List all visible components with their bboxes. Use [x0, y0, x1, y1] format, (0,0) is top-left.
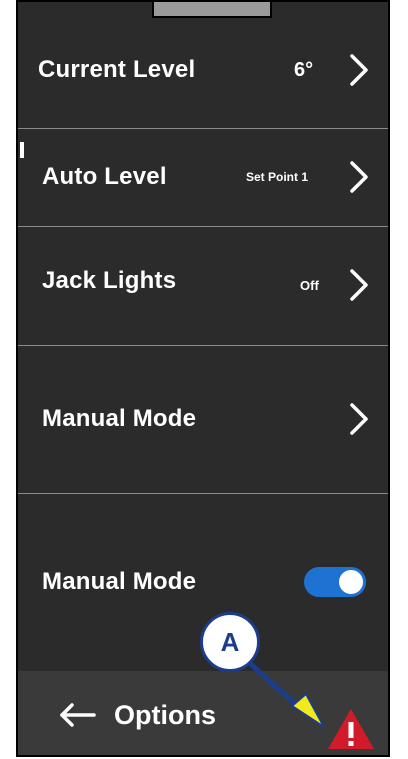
auto-level-row[interactable]: Auto Level Set Point 1: [18, 128, 388, 226]
auto-level-value: Set Point 1: [246, 170, 309, 184]
manual-mode-toggle-row: Manual Mode: [18, 532, 388, 632]
current-level-row[interactable]: Current Level 6°: [18, 22, 388, 118]
manual-mode-toggle-label: Manual Mode: [42, 568, 197, 595]
jack-lights-label: Jack Lights: [42, 267, 177, 294]
toggle-knob: [339, 570, 363, 594]
arrow-left-icon: [60, 703, 96, 727]
manual-mode-row[interactable]: Manual Mode: [18, 345, 388, 493]
back-button[interactable]: Options: [58, 695, 216, 735]
chevron-right-icon: [350, 403, 368, 435]
back-button-label: Options: [114, 699, 216, 730]
chevron-right-icon: [350, 161, 368, 193]
callout-badge: A: [200, 612, 260, 672]
manual-mode-toggle[interactable]: [304, 567, 366, 597]
warning-triangle-icon[interactable]: [326, 707, 376, 751]
chevron-right-icon: [350, 269, 368, 301]
divider: [18, 493, 388, 494]
jack-lights-value: Off: [300, 277, 319, 293]
top-tab-handle: [152, 2, 272, 18]
current-level-label: Current Level: [38, 56, 196, 83]
auto-level-label: Auto Level: [42, 163, 167, 190]
bottom-bar: Options: [18, 671, 388, 755]
manual-mode-label: Manual Mode: [42, 405, 197, 432]
chevron-right-icon: [350, 54, 368, 86]
current-level-value: 6°: [294, 58, 314, 81]
jack-lights-row[interactable]: Jack Lights Off: [18, 226, 388, 344]
